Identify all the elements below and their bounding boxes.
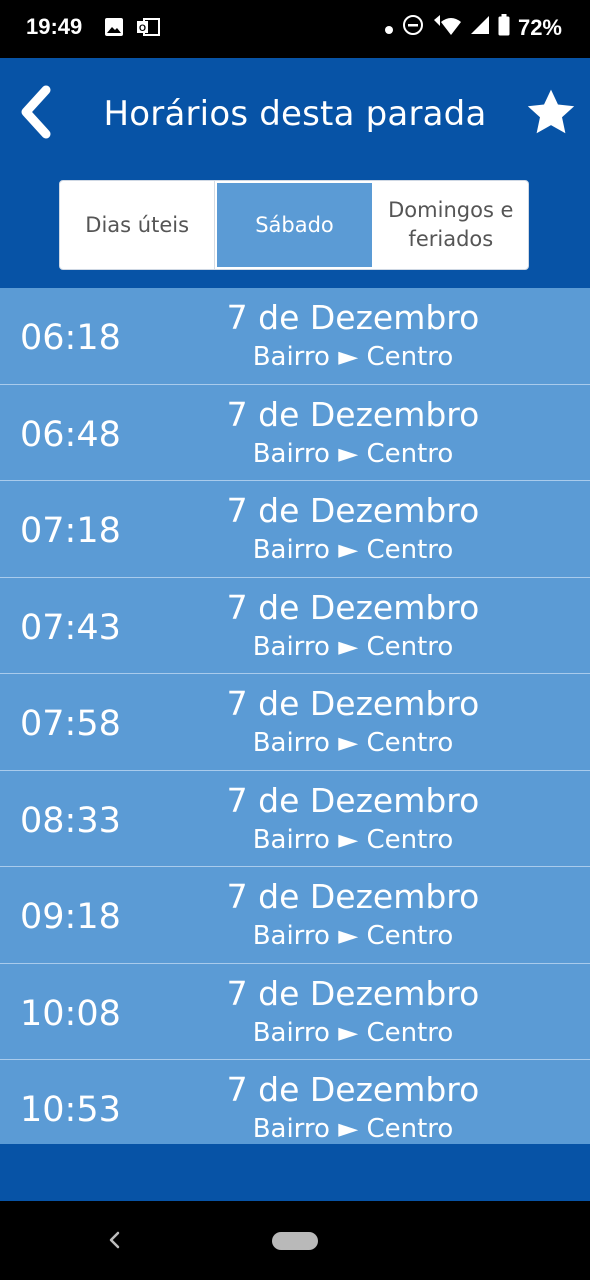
route-direction: Bairro ► Centro <box>252 728 454 758</box>
svg-text:O: O <box>139 23 146 33</box>
departure-time: 10:53 <box>20 1090 121 1130</box>
schedule-list[interactable]: 06:18 7 de Dezembro Bairro ► Centro 06:4… <box>0 288 590 1144</box>
day-type-tabs: Dias úteis Sábado Domingos e feriados <box>59 180 529 270</box>
nav-back-button[interactable] <box>100 1225 130 1255</box>
signal-icon <box>470 15 490 41</box>
departure-time: 08:33 <box>20 800 121 841</box>
back-button[interactable] <box>14 84 58 144</box>
do-not-disturb-icon <box>402 14 424 42</box>
chevron-left-icon <box>109 1231 120 1249</box>
favorite-button[interactable] <box>524 86 578 140</box>
nav-home-pill[interactable] <box>272 1232 318 1250</box>
schedule-row[interactable]: 07:43 7 de Dezembro Bairro ► Centro <box>0 578 590 674</box>
system-icons: 72% <box>384 14 562 42</box>
departure-time: 09:18 <box>20 897 121 937</box>
route-direction: Bairro ► Centro <box>252 535 454 565</box>
app-header: Horários desta parada Dias úteis Sábado … <box>0 58 590 288</box>
schedule-row[interactable]: 07:18 7 de Dezembro Bairro ► Centro <box>0 481 590 578</box>
line-name: 7 de Dezembro <box>226 1070 480 1109</box>
line-name: 7 de Dezembro <box>226 877 480 916</box>
bottom-bar <box>0 1144 590 1201</box>
route-direction: Bairro ► Centro <box>252 1114 454 1144</box>
status-bar: 19:49 O 72% <box>0 0 590 58</box>
system-nav-bar <box>0 1201 590 1280</box>
route-direction: Bairro ► Centro <box>252 438 454 469</box>
tab-dias-uteis[interactable]: Dias úteis <box>60 181 216 269</box>
chevron-left-icon <box>21 85 51 139</box>
route-direction: Bairro ► Centro <box>252 342 454 372</box>
tab-domingos-feriados[interactable]: Domingos e feriados <box>374 181 528 269</box>
schedule-row[interactable]: 07:58 7 de Dezembro Bairro ► Centro <box>0 674 590 771</box>
departure-time: 10:08 <box>20 993 121 1034</box>
line-name: 7 de Dezembro <box>226 780 480 820</box>
route-direction: Bairro ► Centro <box>252 631 454 662</box>
departure-time: 06:48 <box>20 414 121 455</box>
schedule-row[interactable]: 06:48 7 de Dezembro Bairro ► Centro <box>0 385 590 481</box>
status-time: 19:49 <box>26 14 83 39</box>
notification-icons: O <box>104 16 160 42</box>
schedule-row[interactable]: 06:18 7 de Dezembro Bairro ► Centro <box>0 288 590 385</box>
battery-percentage: 72% <box>517 15 562 40</box>
schedule-row[interactable]: 10:53 7 de Dezembro Bairro ► Centro <box>0 1060 590 1144</box>
departure-time: 07:18 <box>20 511 121 551</box>
line-name: 7 de Dezembro <box>226 298 480 337</box>
battery-icon <box>498 14 510 42</box>
line-name: 7 de Dezembro <box>226 587 480 627</box>
schedule-row[interactable]: 08:33 7 de Dezembro Bairro ► Centro <box>0 771 590 867</box>
schedule-row[interactable]: 10:08 7 de Dezembro Bairro ► Centro <box>0 964 590 1060</box>
dot-icon <box>384 15 394 41</box>
line-name: 7 de Dezembro <box>226 491 480 530</box>
route-direction: Bairro ► Centro <box>252 921 454 951</box>
image-icon <box>104 17 124 42</box>
line-name: 7 de Dezembro <box>226 973 480 1013</box>
route-direction: Bairro ► Centro <box>252 1017 454 1048</box>
star-icon <box>527 89 575 134</box>
line-name: 7 de Dezembro <box>226 394 480 434</box>
line-name: 7 de Dezembro <box>226 684 480 723</box>
outlook-icon: O <box>136 16 160 43</box>
page-title: Horários desta parada <box>103 94 487 134</box>
departure-time: 07:58 <box>20 704 121 744</box>
departure-time: 06:18 <box>20 318 121 358</box>
schedule-row[interactable]: 09:18 7 de Dezembro Bairro ► Centro <box>0 867 590 964</box>
departure-time: 07:43 <box>20 607 121 648</box>
tab-sabado[interactable]: Sábado <box>215 181 374 269</box>
wifi-icon <box>432 14 462 42</box>
route-direction: Bairro ► Centro <box>252 824 454 855</box>
